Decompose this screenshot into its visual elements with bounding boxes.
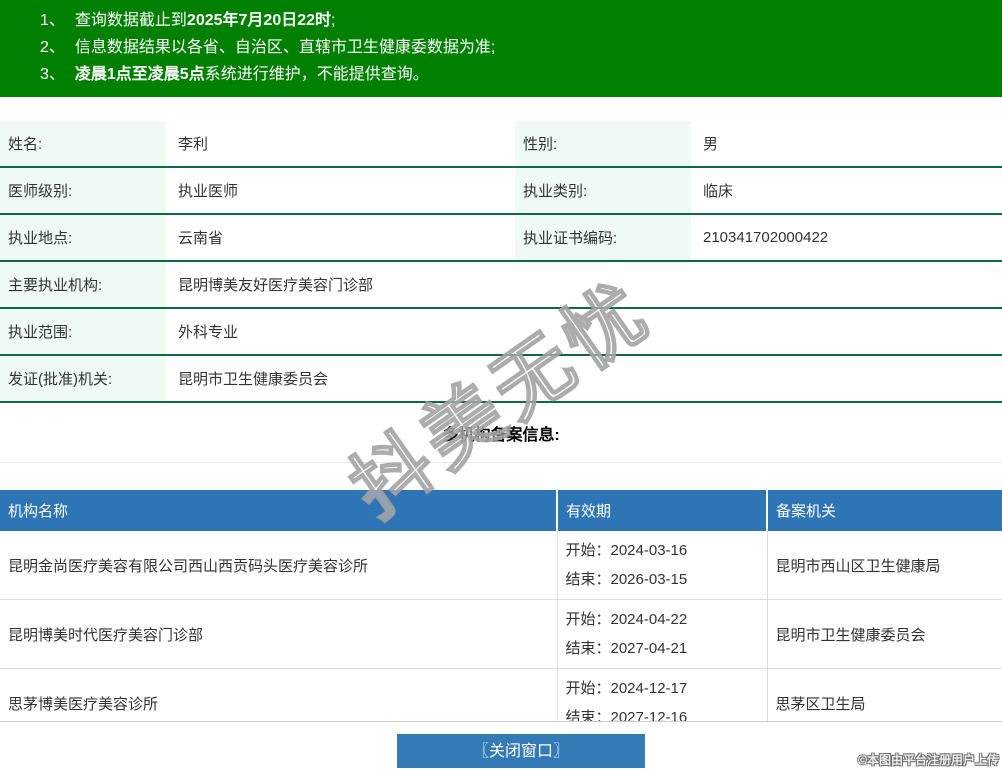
filing-table-wrap: 机构名称 有效期 备案机关 昆明金尚医疗美容有限公司西山西贡码头医疗美容诊所 开… xyxy=(0,490,1002,722)
notice-text: 凌晨1点至凌晨5点系统进行维护，不能提供查询。 xyxy=(75,66,429,83)
validity-end: 结束：2027-12-16 xyxy=(566,703,759,722)
info-label: 主要执业机构: xyxy=(0,261,166,308)
info-row: 执业范围: 外科专业 xyxy=(0,308,1002,355)
filing-header-authority: 备案机关 xyxy=(767,490,1002,531)
info-label: 性别: xyxy=(515,121,691,167)
filing-authority: 思茅区卫生局 xyxy=(767,669,1002,723)
info-label: 执业类别: xyxy=(515,167,691,214)
filing-org: 思茅博美医疗美容诊所 xyxy=(0,669,557,723)
filing-row: 思茅博美医疗美容诊所 开始：2024-12-17 结束：2027-12-16 思… xyxy=(0,669,1002,723)
section-title-wrap: 多机构备案信息: xyxy=(0,403,1002,463)
info-label: 发证(批准)机关: xyxy=(0,355,166,402)
info-row: 发证(批准)机关: 昆明市卫生健康委员会 xyxy=(0,355,1002,402)
info-value: 执业医师 xyxy=(166,167,515,214)
button-row: 〖关闭窗口〗 xyxy=(0,734,1002,768)
close-window-button[interactable]: 〖关闭窗口〗 xyxy=(397,734,645,768)
info-label: 执业证书编码: xyxy=(515,214,691,261)
info-row: 执业地点: 云南省 执业证书编码: 210341702000422 xyxy=(0,214,1002,261)
filing-header-org: 机构名称 xyxy=(0,490,557,531)
notice-text: 信息数据结果以各省、自治区、直辖市卫生健康委数据为准; xyxy=(75,39,495,56)
filing-table: 机构名称 有效期 备案机关 昆明金尚医疗美容有限公司西山西贡码头医疗美容诊所 开… xyxy=(0,490,1002,722)
notice-banner: 1、查询数据截止到2025年7月20日22时; 2、信息数据结果以各省、自治区、… xyxy=(0,0,1002,97)
info-value: 男 xyxy=(691,121,1002,167)
validity-start: 开始：2024-04-22 xyxy=(566,605,759,634)
notice-item: 2、信息数据结果以各省、自治区、直辖市卫生健康委数据为准; xyxy=(40,34,986,61)
validity-start: 开始：2024-12-17 xyxy=(566,674,759,703)
notice-text: 查询数据截止到2025年7月20日22时; xyxy=(75,12,336,29)
info-value: 云南省 xyxy=(166,214,515,261)
filing-validity: 开始：2024-03-16 结束：2026-03-15 xyxy=(557,531,767,600)
filing-authority: 昆明市西山区卫生健康局 xyxy=(767,531,1002,600)
filing-row: 昆明金尚医疗美容有限公司西山西贡码头医疗美容诊所 开始：2024-03-16 结… xyxy=(0,531,1002,600)
notice-item: 3、凌晨1点至凌晨5点系统进行维护，不能提供查询。 xyxy=(40,61,986,88)
filing-header-validity: 有效期 xyxy=(557,490,767,531)
upload-credit-text: ©本图由平台注册用户上传 xyxy=(858,751,999,768)
validity-start: 开始：2024-03-16 xyxy=(566,536,759,565)
validity-end: 结束：2027-04-21 xyxy=(566,634,759,663)
info-label: 姓名: xyxy=(0,121,166,167)
notice-number: 2、 xyxy=(40,39,75,56)
doctor-license-query-result-page: 1、查询数据截止到2025年7月20日22时; 2、信息数据结果以各省、自治区、… xyxy=(0,0,1002,770)
doctor-info-table: 姓名: 李利 性别: 男 医师级别: 执业医师 执业类别: 临床 执业地点: 云… xyxy=(0,121,1002,403)
info-row: 主要执业机构: 昆明博美友好医疗美容门诊部 xyxy=(0,261,1002,308)
filing-org: 昆明金尚医疗美容有限公司西山西贡码头医疗美容诊所 xyxy=(0,531,557,600)
filing-validity: 开始：2024-04-22 结束：2027-04-21 xyxy=(557,600,767,669)
section-title: 多机构备案信息: xyxy=(442,427,559,444)
info-label: 医师级别: xyxy=(0,167,166,214)
info-value: 外科专业 xyxy=(166,308,1002,355)
notice-item: 1、查询数据截止到2025年7月20日22时; xyxy=(40,7,986,34)
info-row: 姓名: 李利 性别: 男 xyxy=(0,121,1002,167)
notice-number: 3、 xyxy=(40,66,75,83)
info-value: 昆明博美友好医疗美容门诊部 xyxy=(166,261,1002,308)
info-value: 昆明市卫生健康委员会 xyxy=(166,355,1002,402)
info-table-body: 姓名: 李利 性别: 男 医师级别: 执业医师 执业类别: 临床 执业地点: 云… xyxy=(0,121,1002,402)
validity-end: 结束：2026-03-15 xyxy=(566,565,759,594)
info-value: 210341702000422 xyxy=(691,214,1002,261)
filing-header-row: 机构名称 有效期 备案机关 xyxy=(0,490,1002,531)
info-label: 执业地点: xyxy=(0,214,166,261)
filing-validity: 开始：2024-12-17 结束：2027-12-16 xyxy=(557,669,767,723)
filing-table-body: 昆明金尚医疗美容有限公司西山西贡码头医疗美容诊所 开始：2024-03-16 结… xyxy=(0,531,1002,722)
info-row: 医师级别: 执业医师 执业类别: 临床 xyxy=(0,167,1002,214)
filing-org: 昆明博美时代医疗美容门诊部 xyxy=(0,600,557,669)
filing-row: 昆明博美时代医疗美容门诊部 开始：2024-04-22 结束：2027-04-2… xyxy=(0,600,1002,669)
info-value: 临床 xyxy=(691,167,1002,214)
filing-authority: 昆明市卫生健康委员会 xyxy=(767,600,1002,669)
notice-number: 1、 xyxy=(40,12,75,29)
info-label: 执业范围: xyxy=(0,308,166,355)
info-value: 李利 xyxy=(166,121,515,167)
